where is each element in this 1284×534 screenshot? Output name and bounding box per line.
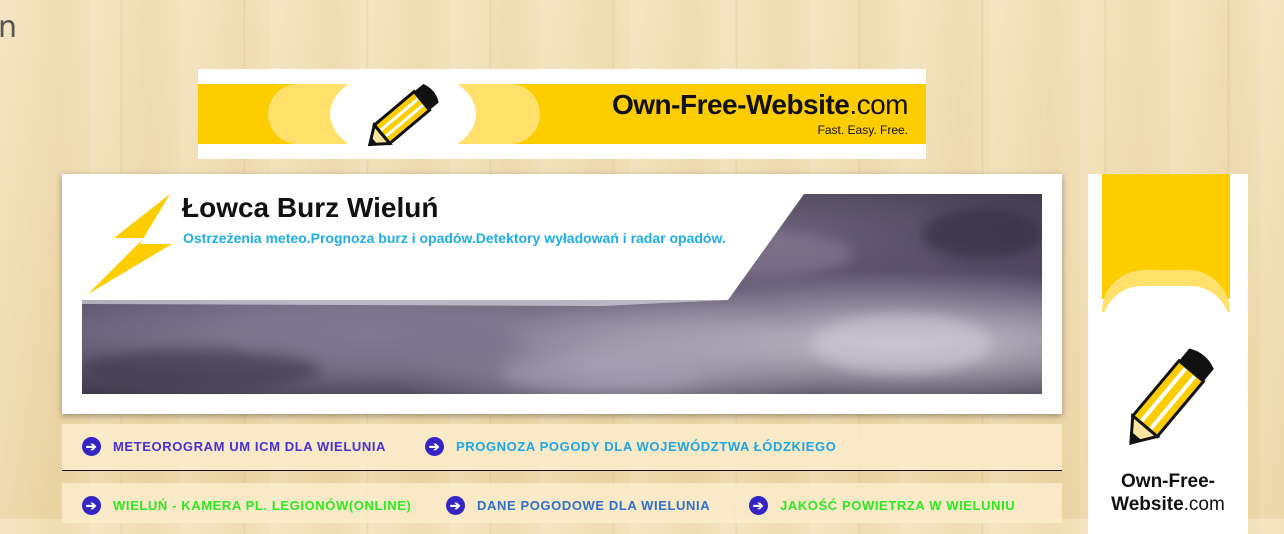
nav-link-kamera[interactable]: ➔ WIELUŃ - KAMERA PL. LEGIONÓW(ONLINE) — [82, 496, 411, 515]
nav-link-label: PROGNOZA POGODY DLA WOJEWÓDZTWA ŁÓDZKIEG… — [456, 439, 837, 454]
arrow-right-circle-icon: ➔ — [749, 496, 768, 515]
site-title[interactable]: Łowca Burz Wieluń — [182, 192, 438, 224]
nav-link-dane-pogodowe[interactable]: ➔ DANE POGODOWE DLA WIELUNIA — [446, 496, 710, 515]
nav-row-1: ➔ METEOROGRAM UM ICM DLA WIELUNIA ➔ PROG… — [62, 424, 1062, 471]
lightning-bolt-icon — [88, 194, 172, 294]
storm-clouds-image — [82, 194, 1042, 394]
ad-tagline: Fast. Easy. Free. — [817, 123, 908, 137]
ad-white-arc — [1102, 286, 1230, 326]
pencil-icon — [1129, 348, 1214, 445]
header-white-shape — [82, 194, 1042, 392]
nav-row-2: ➔ WIELUŃ - KAMERA PL. LEGIONÓW(ONLINE) ➔… — [62, 483, 1062, 523]
corner-text: n — [0, 10, 18, 45]
site-header: Łowca Burz Wieluń Ostrzeżenia meteo.Prog… — [62, 174, 1062, 414]
ad-brand: Own-Free-Website.com — [612, 89, 908, 120]
nav-link-label: WIELUŃ - KAMERA PL. LEGIONÓW(ONLINE) — [113, 498, 412, 513]
nav-link-label: DANE POGODOWE DLA WIELUNIA — [477, 498, 711, 513]
pencil-icon — [367, 83, 439, 147]
nav-link-label: JAKOŚĆ POWIETRZA W WIELUNIU — [780, 498, 1016, 513]
nav-link-label: METEOROGRAM UM ICM DLA WIELUNIA — [113, 439, 387, 454]
nav-link-meteorogram[interactable]: ➔ METEOROGRAM UM ICM DLA WIELUNIA — [82, 437, 386, 456]
side-ad-brand: Own-Free- Website.com — [1111, 471, 1225, 515]
arrow-right-circle-icon: ➔ — [82, 437, 101, 456]
nav-link-prognoza[interactable]: ➔ PROGNOZA POGODY DLA WOJEWÓDZTWA ŁÓDZKI… — [425, 437, 836, 456]
arrow-right-circle-icon: ➔ — [446, 496, 465, 515]
top-banner-ad[interactable]: Own-Free-Website.com Fast. Easy. Free. — [198, 69, 926, 159]
arrow-right-circle-icon: ➔ — [425, 437, 444, 456]
side-banner-ad[interactable]: Own-Free- Website.com — [1088, 174, 1248, 534]
arrow-right-circle-icon: ➔ — [82, 496, 101, 515]
nav-link-jakosc-powietrza[interactable]: ➔ JAKOŚĆ POWIETRZA W WIELUNIU — [749, 496, 1015, 515]
site-subtitle: Ostrzeżenia meteo.Prognoza burz i opadów… — [183, 230, 726, 246]
